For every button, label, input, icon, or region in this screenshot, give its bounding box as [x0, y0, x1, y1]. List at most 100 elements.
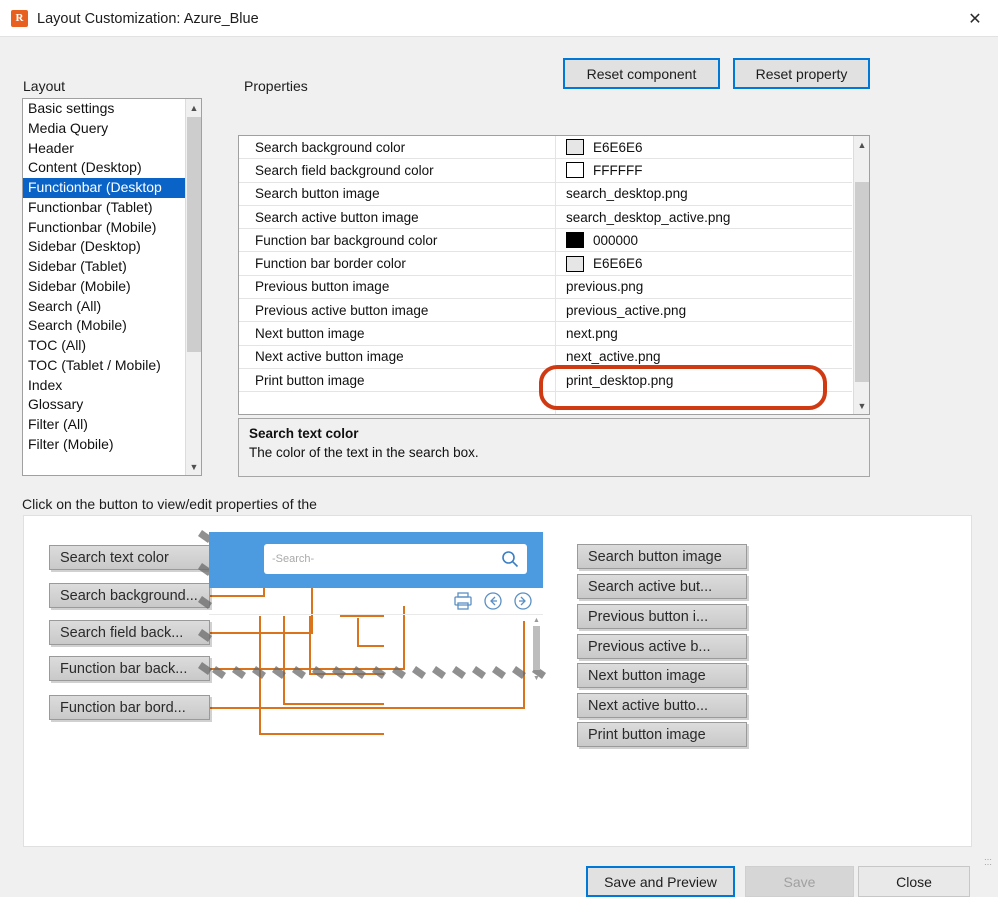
color-swatch-icon[interactable] [566, 139, 584, 156]
property-row[interactable]: Function bar background color 000000 [239, 229, 852, 253]
properties-section-label: Properties [244, 78, 308, 94]
layout-list-item[interactable]: Media Query [23, 119, 186, 139]
mock-divider [209, 614, 543, 615]
callout-next-active-button[interactable]: Next active butto... [577, 693, 747, 718]
property-name: Search active button image [239, 205, 556, 229]
layout-listbox[interactable]: Basic settings Media Query Header Content (… [22, 98, 202, 476]
search-icon[interactable] [499, 548, 521, 570]
property-row[interactable]: Previous active button image previous_act… [239, 299, 852, 323]
property-row[interactable]: Print button image print_desktop.png [239, 368, 852, 393]
scroll-up-icon[interactable]: ▲ [186, 99, 201, 116]
properties-scrollbar[interactable]: ▲ ▼ [853, 136, 869, 414]
layout-list-item[interactable]: Index [23, 376, 186, 396]
properties-rows[interactable]: Search background color E6E6E6 Search fiel… [239, 136, 852, 414]
callout-previous-button-image[interactable]: Previous button i... [577, 604, 747, 629]
layout-list-item[interactable]: Sidebar (Tablet) [23, 257, 186, 277]
property-value-cell[interactable]: previous.png [556, 276, 852, 298]
callout-search-active-button[interactable]: Search active but... [577, 574, 747, 599]
layout-list-item[interactable]: Functionbar (Tablet) [23, 198, 186, 218]
property-row[interactable]: Search button image search_desktop.png [239, 182, 852, 206]
property-value: E6E6E6 [593, 139, 643, 155]
layout-list-item[interactable]: Filter (Mobile) [23, 435, 186, 455]
callout-search-text-color[interactable]: Search text color [49, 545, 210, 570]
callout-function-bar-back[interactable]: Function bar back... [49, 656, 210, 681]
layout-list-item[interactable]: TOC (All) [23, 336, 186, 356]
next-arrow-icon[interactable] [512, 590, 534, 612]
properties-table[interactable]: Search background color E6E6E6 Search fiel… [238, 135, 870, 415]
property-name: Previous button image [239, 275, 556, 299]
mock-scroll-down-icon[interactable]: ▼ [532, 675, 541, 683]
property-value-cell[interactable]: search_desktop.png [556, 183, 852, 205]
property-row[interactable]: Next active button image next_active.png [239, 345, 852, 369]
previous-arrow-icon[interactable] [482, 590, 504, 612]
callout-print-button-image[interactable]: Print button image [577, 722, 747, 747]
callout-search-field-back[interactable]: Search field back... [49, 620, 210, 645]
mock-search-field[interactable]: -Search- [264, 544, 527, 574]
close-button[interactable]: Close [858, 866, 970, 897]
callout-function-bar-border[interactable]: Function bar bord... [49, 695, 210, 720]
color-swatch-icon[interactable] [566, 232, 584, 249]
property-value-cell[interactable]: E6E6E6 [556, 136, 852, 158]
property-value-cell[interactable]: previous_active.png [556, 299, 852, 321]
property-row[interactable]: Previous button image previous.png [239, 275, 852, 300]
layout-list-scrollbar[interactable]: ▲ ▼ [185, 99, 201, 475]
properties-scroll-up-icon[interactable]: ▲ [854, 136, 869, 153]
color-swatch-icon[interactable] [566, 162, 584, 179]
property-value-cell[interactable]: next.png [556, 322, 852, 344]
title-bar: R Layout Customization: Azure_Blue ✕ [0, 0, 998, 37]
scrollbar-thumb[interactable] [187, 117, 201, 352]
property-value-cell[interactable]: 000000 [556, 229, 852, 251]
color-swatch-icon[interactable] [566, 255, 584, 272]
layout-list-item[interactable]: Filter (All) [23, 415, 186, 435]
print-icon[interactable] [452, 590, 474, 612]
resize-grip-icon[interactable]: ⋯ ⋯ [984, 856, 994, 869]
property-row[interactable]: Function bar border color E6E6E6 [239, 252, 852, 276]
layout-list-item[interactable]: Functionbar (Mobile) [23, 218, 186, 238]
layout-list-item[interactable]: Content (Desktop) [23, 158, 186, 178]
callout-next-button-image[interactable]: Next button image [577, 663, 747, 688]
description-text: The color of the text in the search box. [249, 445, 479, 460]
save-button: Save [745, 866, 854, 897]
layout-list-item[interactable]: Search (All) [23, 297, 186, 317]
mock-scrollbar-thumb[interactable] [533, 626, 540, 670]
reset-property-button[interactable]: Reset property [733, 58, 870, 89]
layout-list-item[interactable]: Header [23, 139, 186, 159]
layout-list-item[interactable]: Sidebar (Mobile) [23, 277, 186, 297]
property-row[interactable]: Search field background color FFFFFF [239, 159, 852, 183]
property-name: Next active button image [239, 345, 556, 368]
callout-previous-active-button[interactable]: Previous active b... [577, 634, 747, 659]
property-value-cell[interactable] [556, 392, 852, 414]
layout-list-item[interactable]: Sidebar (Desktop) [23, 237, 186, 257]
layout-list-item[interactable]: Search (Mobile) [23, 316, 186, 336]
preview-hint: Click on the button to view/edit propert… [22, 496, 317, 512]
property-value-cell[interactable]: print_desktop.png [556, 369, 852, 391]
layout-list-item[interactable]: Glossary [23, 395, 186, 415]
properties-scroll-down-icon[interactable]: ▼ [854, 397, 869, 414]
property-value: E6E6E6 [593, 256, 643, 272]
layout-list-item[interactable]: Basic settings [23, 99, 186, 119]
property-row[interactable] [239, 392, 852, 414]
property-name: Search background color [239, 136, 556, 159]
property-value-cell[interactable]: E6E6E6 [556, 252, 852, 274]
mock-scroll-up-icon[interactable]: ▲ [532, 617, 541, 625]
reset-component-button[interactable]: Reset component [563, 58, 720, 89]
close-icon[interactable]: ✕ [952, 0, 998, 37]
property-row[interactable]: Search active button image search_desktop… [239, 205, 852, 230]
layout-list-items[interactable]: Basic settings Media Query Header Content (… [23, 99, 186, 455]
layout-list-item[interactable]: TOC (Tablet / Mobile) [23, 356, 186, 376]
property-value: FFFFFF [593, 162, 643, 178]
mock-scrollbar[interactable]: ▲ ▼ [531, 617, 542, 683]
scroll-down-icon[interactable]: ▼ [186, 458, 201, 475]
property-row[interactable]: Next button image next.png [239, 322, 852, 346]
window-title: Layout Customization: Azure_Blue [37, 10, 259, 27]
property-value-cell[interactable]: search_desktop_active.png [556, 206, 852, 228]
layout-list-item[interactable]: Functionbar (Desktop [23, 178, 186, 198]
save-and-preview-button[interactable]: Save and Preview [586, 866, 735, 897]
property-name: Search button image [239, 182, 556, 205]
property-value-cell[interactable]: FFFFFF [556, 159, 852, 181]
property-row[interactable]: Search background color E6E6E6 [239, 136, 852, 160]
properties-scrollbar-thumb[interactable] [855, 182, 869, 382]
callout-search-background[interactable]: Search background... [49, 583, 210, 608]
callout-search-button-image[interactable]: Search button image [577, 544, 747, 569]
property-value-cell[interactable]: next_active.png [556, 346, 852, 368]
